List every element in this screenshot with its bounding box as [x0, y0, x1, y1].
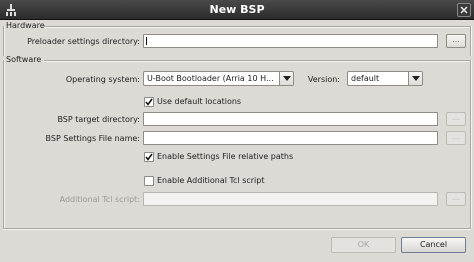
checkmark-icon [145, 98, 153, 106]
settings-file-input[interactable] [143, 131, 438, 145]
version-select[interactable]: default [347, 71, 423, 86]
preloader-label: Preloader settings directory: [27, 37, 140, 46]
relative-paths-label: Enable Settings File relative paths [157, 152, 294, 161]
preloader-directory-input[interactable] [143, 34, 438, 48]
use-default-locations-label: Use default locations [157, 97, 242, 106]
use-default-locations-checkbox[interactable] [144, 97, 154, 107]
version-select-arrow[interactable] [408, 72, 422, 85]
chevron-down-icon [412, 76, 420, 81]
software-right-border [470, 60, 472, 228]
chevron-down-icon [283, 76, 291, 81]
target-directory-input[interactable] [143, 112, 438, 126]
close-icon [460, 6, 468, 14]
target-directory-browse-button[interactable]: ... [446, 112, 466, 126]
hardware-group-label: Hardware [6, 21, 45, 30]
relative-paths-checkbox[interactable] [144, 152, 154, 162]
version-select-value: default [351, 74, 380, 83]
tcl-script-label: Additional Tcl script: [59, 195, 140, 204]
target-directory-label: BSP target directory: [57, 115, 140, 124]
os-select-value: U-Boot Bootloader (Arria 10 H... [147, 74, 274, 83]
os-label: Operating system: [65, 75, 140, 84]
tcl-script-input[interactable] [143, 192, 438, 206]
settings-file-label: BSP Settings File name: [45, 134, 140, 143]
preloader-browse-button[interactable]: ... [446, 34, 466, 48]
additional-tcl-label: Enable Additional Tcl script [157, 176, 265, 185]
os-select[interactable]: U-Boot Bootloader (Arria 10 H... [143, 71, 294, 86]
close-button[interactable] [457, 3, 471, 17]
settings-file-browse-button[interactable]: ... [446, 131, 466, 145]
hardware-right-border [470, 26, 472, 56]
version-label: Version: [307, 75, 340, 84]
cancel-button[interactable]: Cancel [401, 237, 466, 253]
checkmark-icon [145, 153, 153, 161]
hardware-left-border [3, 26, 5, 56]
software-bottom-border [3, 228, 471, 230]
additional-tcl-checkbox[interactable] [144, 176, 154, 186]
os-select-arrow[interactable] [279, 72, 293, 85]
ok-button[interactable]: OK [331, 237, 396, 253]
title-bar: New BSP [0, 0, 474, 20]
software-left-border [3, 60, 5, 228]
software-group-label: Software [6, 55, 42, 64]
tcl-script-browse-button[interactable]: ... [446, 192, 466, 206]
window-title: New BSP [209, 3, 265, 16]
hardware-divider [44, 26, 470, 28]
software-divider [44, 60, 470, 62]
